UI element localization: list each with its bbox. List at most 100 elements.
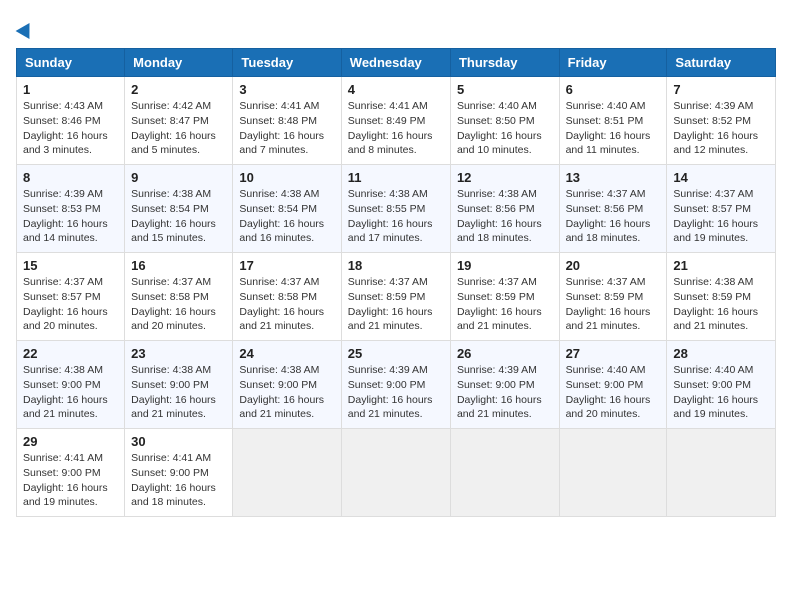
calendar-day-cell: 10Sunrise: 4:38 AMSunset: 8:54 PMDayligh… [233,165,341,253]
day-number: 30 [131,434,226,449]
calendar-day-cell: 28 Sunrise: 4:40 AMSunset: 9:00 PMDayligh… [667,341,776,429]
calendar-day-cell: 5 Sunrise: 4:40 AMSunset: 8:50 PMDaylight… [450,77,559,165]
calendar-day-cell: 15 Sunrise: 4:37 AMSunset: 8:57 PMDayligh… [17,253,125,341]
day-number: 17 [239,258,334,273]
day-info: Sunrise: 4:41 AMSunset: 9:00 PMDaylight:… [131,451,226,510]
calendar-day-cell: 6 Sunrise: 4:40 AMSunset: 8:51 PMDaylight… [559,77,667,165]
day-info: Sunrise: 4:38 AMSunset: 8:59 PMDaylight:… [673,275,769,334]
calendar-day-cell: 13 Sunrise: 4:37 AMSunset: 8:56 PMDayligh… [559,165,667,253]
calendar-day-cell [233,429,341,517]
day-info: Sunrise: 4:37 AMSunset: 8:58 PMDaylight:… [239,275,334,334]
calendar-table: SundayMondayTuesdayWednesdayThursdayFrid… [16,48,776,517]
logo-icon [16,19,37,39]
calendar-day-cell: 16 Sunrise: 4:37 AMSunset: 8:58 PMDayligh… [125,253,233,341]
calendar-header-wednesday: Wednesday [341,49,450,77]
day-number: 1 [23,82,118,97]
calendar-day-cell: 27 Sunrise: 4:40 AMSunset: 9:00 PMDayligh… [559,341,667,429]
day-number: 2 [131,82,226,97]
calendar-day-cell: 9 Sunrise: 4:38 AMSunset: 8:54 PMDaylight… [125,165,233,253]
day-info: Sunrise: 4:38 AMSunset: 8:54 PMDaylight:… [239,187,334,246]
day-info: Sunrise: 4:38 AMSunset: 9:00 PMDaylight:… [23,363,118,422]
calendar-day-cell: 26 Sunrise: 4:39 AMSunset: 9:00 PMDayligh… [450,341,559,429]
day-number: 9 [131,170,226,185]
calendar-day-cell: 22 Sunrise: 4:38 AMSunset: 9:00 PMDayligh… [17,341,125,429]
day-info: Sunrise: 4:39 AMSunset: 9:00 PMDaylight:… [348,363,444,422]
calendar-header-monday: Monday [125,49,233,77]
day-number: 20 [566,258,661,273]
calendar-day-cell: 14 Sunrise: 4:37 AMSunset: 8:57 PMDayligh… [667,165,776,253]
day-number: 5 [457,82,553,97]
day-number: 7 [673,82,769,97]
day-number: 23 [131,346,226,361]
calendar-week-5: 29 Sunrise: 4:41 AMSunset: 9:00 PMDayligh… [17,429,776,517]
calendar-day-cell: 17 Sunrise: 4:37 AMSunset: 8:58 PMDayligh… [233,253,341,341]
day-info: Sunrise: 4:38 AMSunset: 8:54 PMDaylight:… [131,187,226,246]
logo [16,16,34,40]
day-info: Sunrise: 4:37 AMSunset: 8:59 PMDaylight:… [348,275,444,334]
day-info: Sunrise: 4:37 AMSunset: 8:57 PMDaylight:… [23,275,118,334]
calendar-day-cell: 4Sunrise: 4:41 AMSunset: 8:49 PMDaylight… [341,77,450,165]
day-info: Sunrise: 4:38 AMSunset: 9:00 PMDaylight:… [239,363,334,422]
calendar-day-cell: 1 Sunrise: 4:43 AMSunset: 8:46 PMDaylight… [17,77,125,165]
day-info: Sunrise: 4:42 AMSunset: 8:47 PMDaylight:… [131,99,226,158]
day-info: Sunrise: 4:39 AMSunset: 8:52 PMDaylight:… [673,99,769,158]
calendar-day-cell: 25 Sunrise: 4:39 AMSunset: 9:00 PMDayligh… [341,341,450,429]
calendar-day-cell: 20 Sunrise: 4:37 AMSunset: 8:59 PMDayligh… [559,253,667,341]
day-number: 8 [23,170,118,185]
calendar-week-3: 15 Sunrise: 4:37 AMSunset: 8:57 PMDayligh… [17,253,776,341]
calendar-day-cell: 29 Sunrise: 4:41 AMSunset: 9:00 PMDayligh… [17,429,125,517]
day-info: Sunrise: 4:37 AMSunset: 8:59 PMDaylight:… [457,275,553,334]
day-info: Sunrise: 4:37 AMSunset: 8:56 PMDaylight:… [566,187,661,246]
calendar-day-cell: 24 Sunrise: 4:38 AMSunset: 9:00 PMDayligh… [233,341,341,429]
day-number: 22 [23,346,118,361]
day-info: Sunrise: 4:37 AMSunset: 8:58 PMDaylight:… [131,275,226,334]
calendar-day-cell: 12 Sunrise: 4:38 AMSunset: 8:56 PMDayligh… [450,165,559,253]
calendar-day-cell [559,429,667,517]
day-number: 15 [23,258,118,273]
calendar-header-friday: Friday [559,49,667,77]
day-number: 12 [457,170,553,185]
calendar-header-saturday: Saturday [667,49,776,77]
day-info: Sunrise: 4:38 AMSunset: 8:55 PMDaylight:… [348,187,444,246]
day-number: 6 [566,82,661,97]
day-info: Sunrise: 4:41 AMSunset: 8:48 PMDaylight:… [239,99,334,158]
day-number: 19 [457,258,553,273]
day-number: 21 [673,258,769,273]
day-number: 27 [566,346,661,361]
calendar-header-tuesday: Tuesday [233,49,341,77]
calendar-day-cell [450,429,559,517]
calendar-day-cell: 23 Sunrise: 4:38 AMSunset: 9:00 PMDayligh… [125,341,233,429]
day-info: Sunrise: 4:40 AMSunset: 9:00 PMDaylight:… [566,363,661,422]
day-info: Sunrise: 4:40 AMSunset: 8:51 PMDaylight:… [566,99,661,158]
day-number: 24 [239,346,334,361]
day-info: Sunrise: 4:39 AMSunset: 9:00 PMDaylight:… [457,363,553,422]
day-info: Sunrise: 4:37 AMSunset: 8:59 PMDaylight:… [566,275,661,334]
calendar-week-1: 1 Sunrise: 4:43 AMSunset: 8:46 PMDaylight… [17,77,776,165]
calendar-day-cell: 30 Sunrise: 4:41 AMSunset: 9:00 PMDayligh… [125,429,233,517]
day-number: 26 [457,346,553,361]
day-info: Sunrise: 4:38 AMSunset: 9:00 PMDaylight:… [131,363,226,422]
calendar-day-cell: 8 Sunrise: 4:39 AMSunset: 8:53 PMDaylight… [17,165,125,253]
day-info: Sunrise: 4:39 AMSunset: 8:53 PMDaylight:… [23,187,118,246]
calendar-day-cell [667,429,776,517]
day-number: 13 [566,170,661,185]
calendar-day-cell: 11Sunrise: 4:38 AMSunset: 8:55 PMDayligh… [341,165,450,253]
calendar-day-cell: 7 Sunrise: 4:39 AMSunset: 8:52 PMDaylight… [667,77,776,165]
day-number: 3 [239,82,334,97]
calendar-day-cell: 2 Sunrise: 4:42 AMSunset: 8:47 PMDaylight… [125,77,233,165]
day-info: Sunrise: 4:40 AMSunset: 9:00 PMDaylight:… [673,363,769,422]
page-header [16,16,776,40]
day-number: 28 [673,346,769,361]
calendar-day-cell: 18Sunrise: 4:37 AMSunset: 8:59 PMDayligh… [341,253,450,341]
calendar-header-thursday: Thursday [450,49,559,77]
day-info: Sunrise: 4:41 AMSunset: 9:00 PMDaylight:… [23,451,118,510]
day-info: Sunrise: 4:43 AMSunset: 8:46 PMDaylight:… [23,99,118,158]
day-info: Sunrise: 4:38 AMSunset: 8:56 PMDaylight:… [457,187,553,246]
day-number: 14 [673,170,769,185]
day-number: 16 [131,258,226,273]
day-number: 29 [23,434,118,449]
day-number: 25 [348,346,444,361]
day-info: Sunrise: 4:37 AMSunset: 8:57 PMDaylight:… [673,187,769,246]
day-info: Sunrise: 4:40 AMSunset: 8:50 PMDaylight:… [457,99,553,158]
calendar-day-cell: 21 Sunrise: 4:38 AMSunset: 8:59 PMDayligh… [667,253,776,341]
